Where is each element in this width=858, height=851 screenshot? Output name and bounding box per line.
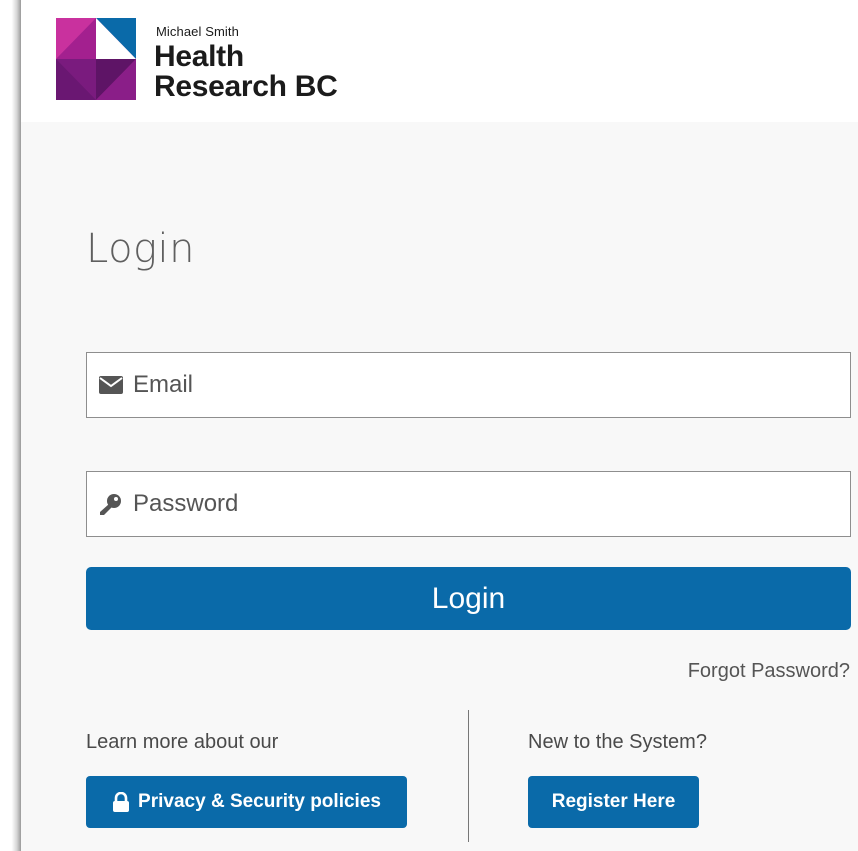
brand-title-line1: Health [154, 40, 244, 73]
envelope-icon [99, 375, 125, 395]
new-to-system-text: New to the System? [528, 731, 707, 753]
password-input[interactable] [133, 490, 813, 518]
privacy-security-button[interactable]: Privacy & Security policies [86, 776, 407, 828]
brand-small-text: Michael Smith [156, 24, 239, 39]
brand-logo-icon[interactable] [56, 18, 136, 100]
learn-more-text: Learn more about our [86, 731, 279, 753]
site-header [21, 0, 858, 122]
page: Michael Smith Health Research BC Login L… [0, 0, 858, 851]
email-field[interactable] [86, 352, 851, 418]
email-input[interactable] [133, 371, 813, 399]
footer-divider [468, 710, 469, 842]
lock-icon [112, 792, 130, 812]
brand-title-line2: Research BC [154, 70, 338, 103]
privacy-button-label: Privacy & Security policies [138, 791, 381, 812]
login-button[interactable]: Login [86, 567, 851, 630]
register-button[interactable]: Register Here [528, 776, 699, 828]
forgot-password-link[interactable]: Forgot Password? [688, 660, 850, 683]
password-field[interactable] [86, 471, 851, 537]
window-edge [0, 0, 21, 851]
page-title: Login [86, 226, 196, 272]
key-icon [99, 494, 125, 515]
